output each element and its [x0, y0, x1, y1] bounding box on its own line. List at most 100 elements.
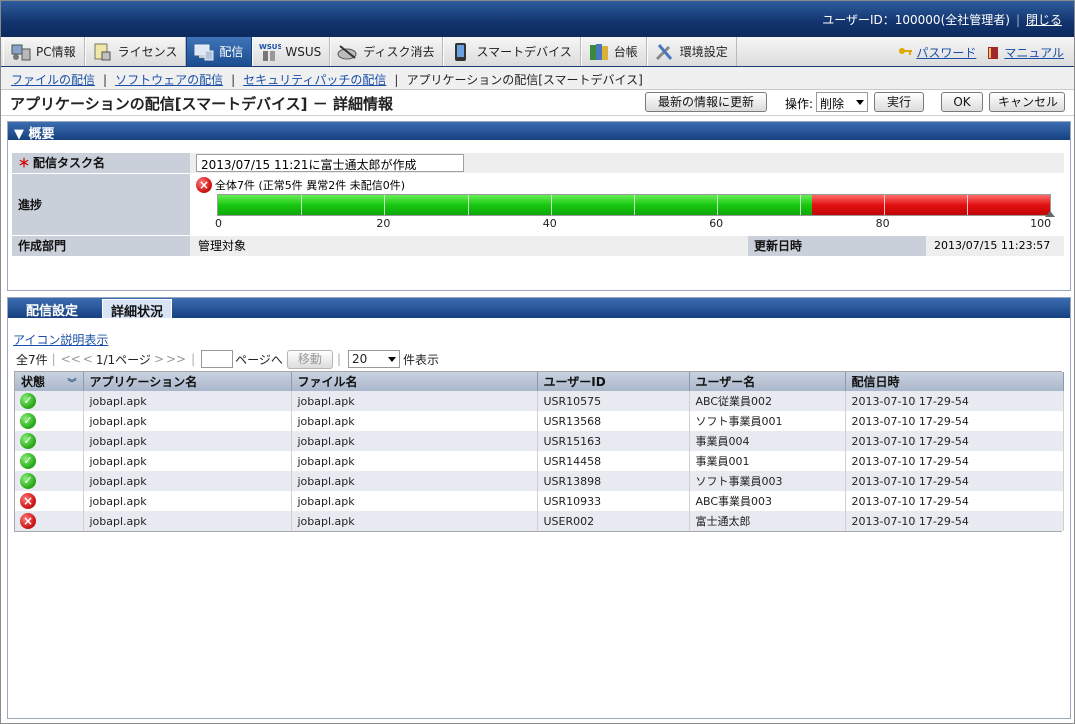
subnav-current: アプリケーションの配信[スマートデバイス]: [406, 73, 643, 87]
tab-wsus[interactable]: WSUS WSUS: [252, 37, 331, 66]
close-link[interactable]: 閉じる: [1026, 13, 1062, 27]
prev-page-button[interactable]: <: [83, 352, 93, 366]
tab-delivery-settings[interactable]: 配信設定: [18, 299, 86, 319]
column-status[interactable]: 状態 ︾: [15, 372, 84, 391]
progress-normal-segment: [218, 195, 813, 215]
per-page-select[interactable]: 20: [347, 350, 400, 368]
tab-disk-erase[interactable]: ディスク消去: [330, 37, 444, 66]
tab-ledger[interactable]: 台帳: [580, 37, 647, 66]
app-name-cell: jobapl.apk: [83, 471, 292, 491]
user-id-cell: USR15163: [537, 431, 690, 451]
book-icon: [986, 46, 1000, 60]
table-row[interactable]: ✓ jobapl.apk jobapl.apk USR15163 事業員004 2013-…: [15, 431, 1064, 451]
tab-distribution[interactable]: 配信: [186, 37, 253, 66]
tab-label: WSUS: [285, 44, 322, 59]
table-row[interactable]: × jobapl.apk jobapl.apk USR10933 ABC事業員003 20…: [15, 491, 1064, 511]
tab-license[interactable]: ライセンス: [84, 37, 187, 66]
table-row[interactable]: ✓ jobapl.apk jobapl.apk USR13568 ソフト事業員001 20…: [15, 411, 1064, 431]
status-cell: ✓: [15, 391, 84, 411]
subnav-security-patch-distribution[interactable]: セキュリティパッチの配信: [243, 73, 386, 87]
sort-chevron-icon[interactable]: ︾: [67, 376, 76, 389]
column-app-name[interactable]: アプリケーション名: [83, 372, 292, 391]
page-title: アプリケーションの配信[スマートデバイス] － 詳細情報: [10, 95, 393, 113]
table-row[interactable]: ✓ jobapl.apk jobapl.apk USR14458 事業員001 2013-…: [15, 451, 1064, 471]
progress-error-segment: [812, 195, 1050, 215]
user-name-cell: ABC事業員003: [689, 491, 846, 511]
operation-select[interactable]: 削除: [816, 92, 868, 112]
user-id-label: ユーザーID：100000(全社管理者): [822, 13, 1010, 27]
per-page-value: 20: [351, 352, 368, 366]
subnav-file-distribution[interactable]: ファイルの配信: [11, 73, 95, 87]
progress-bar: 0 20 40 60 80 100: [215, 194, 1055, 230]
first-page-button[interactable]: <<: [61, 352, 81, 366]
updated-label: 更新日時: [748, 236, 926, 257]
separator: |: [1015, 13, 1020, 27]
ok-button[interactable]: OK: [941, 92, 983, 112]
delivery-date-cell: 2013-07-10 17-29-54: [845, 451, 1064, 471]
file-name-cell: jobapl.apk: [291, 431, 538, 451]
delivery-date-cell: 2013-07-10 17-29-54: [845, 511, 1064, 531]
tab-settings[interactable]: 環境設定: [646, 37, 737, 66]
dept-label: 作成部門: [12, 236, 190, 257]
manual-link[interactable]: マニュアル: [986, 44, 1064, 61]
detail-tabbar: 配信設定 詳細状況: [8, 298, 1070, 320]
column-user-name[interactable]: ユーザー名: [689, 372, 846, 391]
tab-detail-status[interactable]: 詳細状況: [102, 299, 173, 320]
tab-label: 配信: [219, 45, 244, 59]
table-row[interactable]: × jobapl.apk jobapl.apk USER002 富士通太郎 2013-07…: [15, 511, 1064, 531]
user-id-cell: USR14458: [537, 451, 690, 471]
user-id-cell: USR10933: [537, 491, 690, 511]
column-user-id[interactable]: ユーザーID: [537, 372, 690, 391]
app-name-cell: jobapl.apk: [83, 491, 292, 511]
column-delivery-date[interactable]: 配信日時: [845, 372, 1064, 391]
page-info: 1/1ページ: [95, 352, 151, 367]
last-page-button[interactable]: >>: [166, 352, 186, 366]
refresh-button[interactable]: 最新の情報に更新: [645, 92, 767, 112]
app-window: ユーザーID：100000(全社管理者) | 閉じる PC情報 ライセンス 配信 W…: [0, 0, 1075, 724]
page-number-input[interactable]: [201, 350, 234, 368]
user-id-cell: USER002: [537, 511, 690, 531]
file-name-cell: jobapl.apk: [291, 471, 538, 491]
subnav-software-distribution[interactable]: ソフトウェアの配信: [115, 73, 223, 87]
cancel-button[interactable]: キャンセル: [989, 92, 1065, 112]
success-icon: ✓: [20, 413, 36, 429]
status-cell: ✓: [15, 411, 84, 431]
license-icon: [92, 42, 114, 62]
overview-header[interactable]: ▼ 概要: [8, 122, 1070, 142]
progress-bar-track: [217, 194, 1051, 216]
execute-button[interactable]: 実行: [874, 92, 924, 112]
progress-gridline: [467, 195, 469, 215]
success-icon: ✓: [20, 473, 36, 489]
progress-gridline: [966, 195, 968, 215]
separator: |: [103, 73, 108, 87]
per-page-suffix: 件表示: [402, 352, 439, 367]
table-body: ✓ jobapl.apk jobapl.apk USR10575 ABC従業員002 20…: [15, 391, 1064, 531]
next-page-button[interactable]: >: [154, 352, 164, 366]
go-button[interactable]: 移動: [286, 349, 333, 369]
tab-label: ライセンス: [117, 45, 178, 59]
updated-value: 2013/07/15 11:23:57: [926, 236, 1064, 257]
column-file-name[interactable]: ファイル名: [291, 372, 538, 391]
icon-legend-link[interactable]: アイコン説明表示: [13, 331, 108, 348]
tab-smart-device[interactable]: スマートデバイス: [443, 37, 581, 66]
task-name-label: ＊配信タスク名: [12, 153, 190, 174]
error-icon: ×: [196, 177, 212, 193]
disk-erase-icon: [337, 42, 359, 62]
overview-body: ＊配信タスク名 進捗 作成部門 管理対象 更新日時 2013/07/15 11:…: [8, 140, 1070, 290]
task-name-label-text: 配信タスク名: [33, 156, 106, 170]
progress-gridline: [384, 195, 386, 215]
table-row[interactable]: ✓ jobapl.apk jobapl.apk USR13898 ソフト事業員003 20…: [15, 471, 1064, 491]
delivery-date-cell: 2013-07-10 17-29-54: [845, 431, 1064, 451]
table-row[interactable]: ✓ jobapl.apk jobapl.apk USR10575 ABC従業員002 20…: [15, 391, 1064, 411]
manual-label: マニュアル: [1004, 46, 1064, 60]
app-name-cell: jobapl.apk: [83, 391, 292, 411]
status-cell: ×: [15, 511, 84, 531]
required-mark: ＊: [18, 156, 31, 170]
password-link[interactable]: パスワード: [898, 44, 976, 61]
app-name-cell: jobapl.apk: [83, 451, 292, 471]
user-id-cell: USR13568: [537, 411, 690, 431]
tab-pc-info[interactable]: PC情報: [3, 37, 85, 66]
pager: 全7件 | << < 1/1ページ > >> | ページへ 移動 | 20 件表…: [16, 349, 439, 369]
task-name-input[interactable]: 2013/07/15 11:21に富士通太郎が作成: [196, 154, 464, 172]
app-name-cell: jobapl.apk: [83, 431, 292, 451]
